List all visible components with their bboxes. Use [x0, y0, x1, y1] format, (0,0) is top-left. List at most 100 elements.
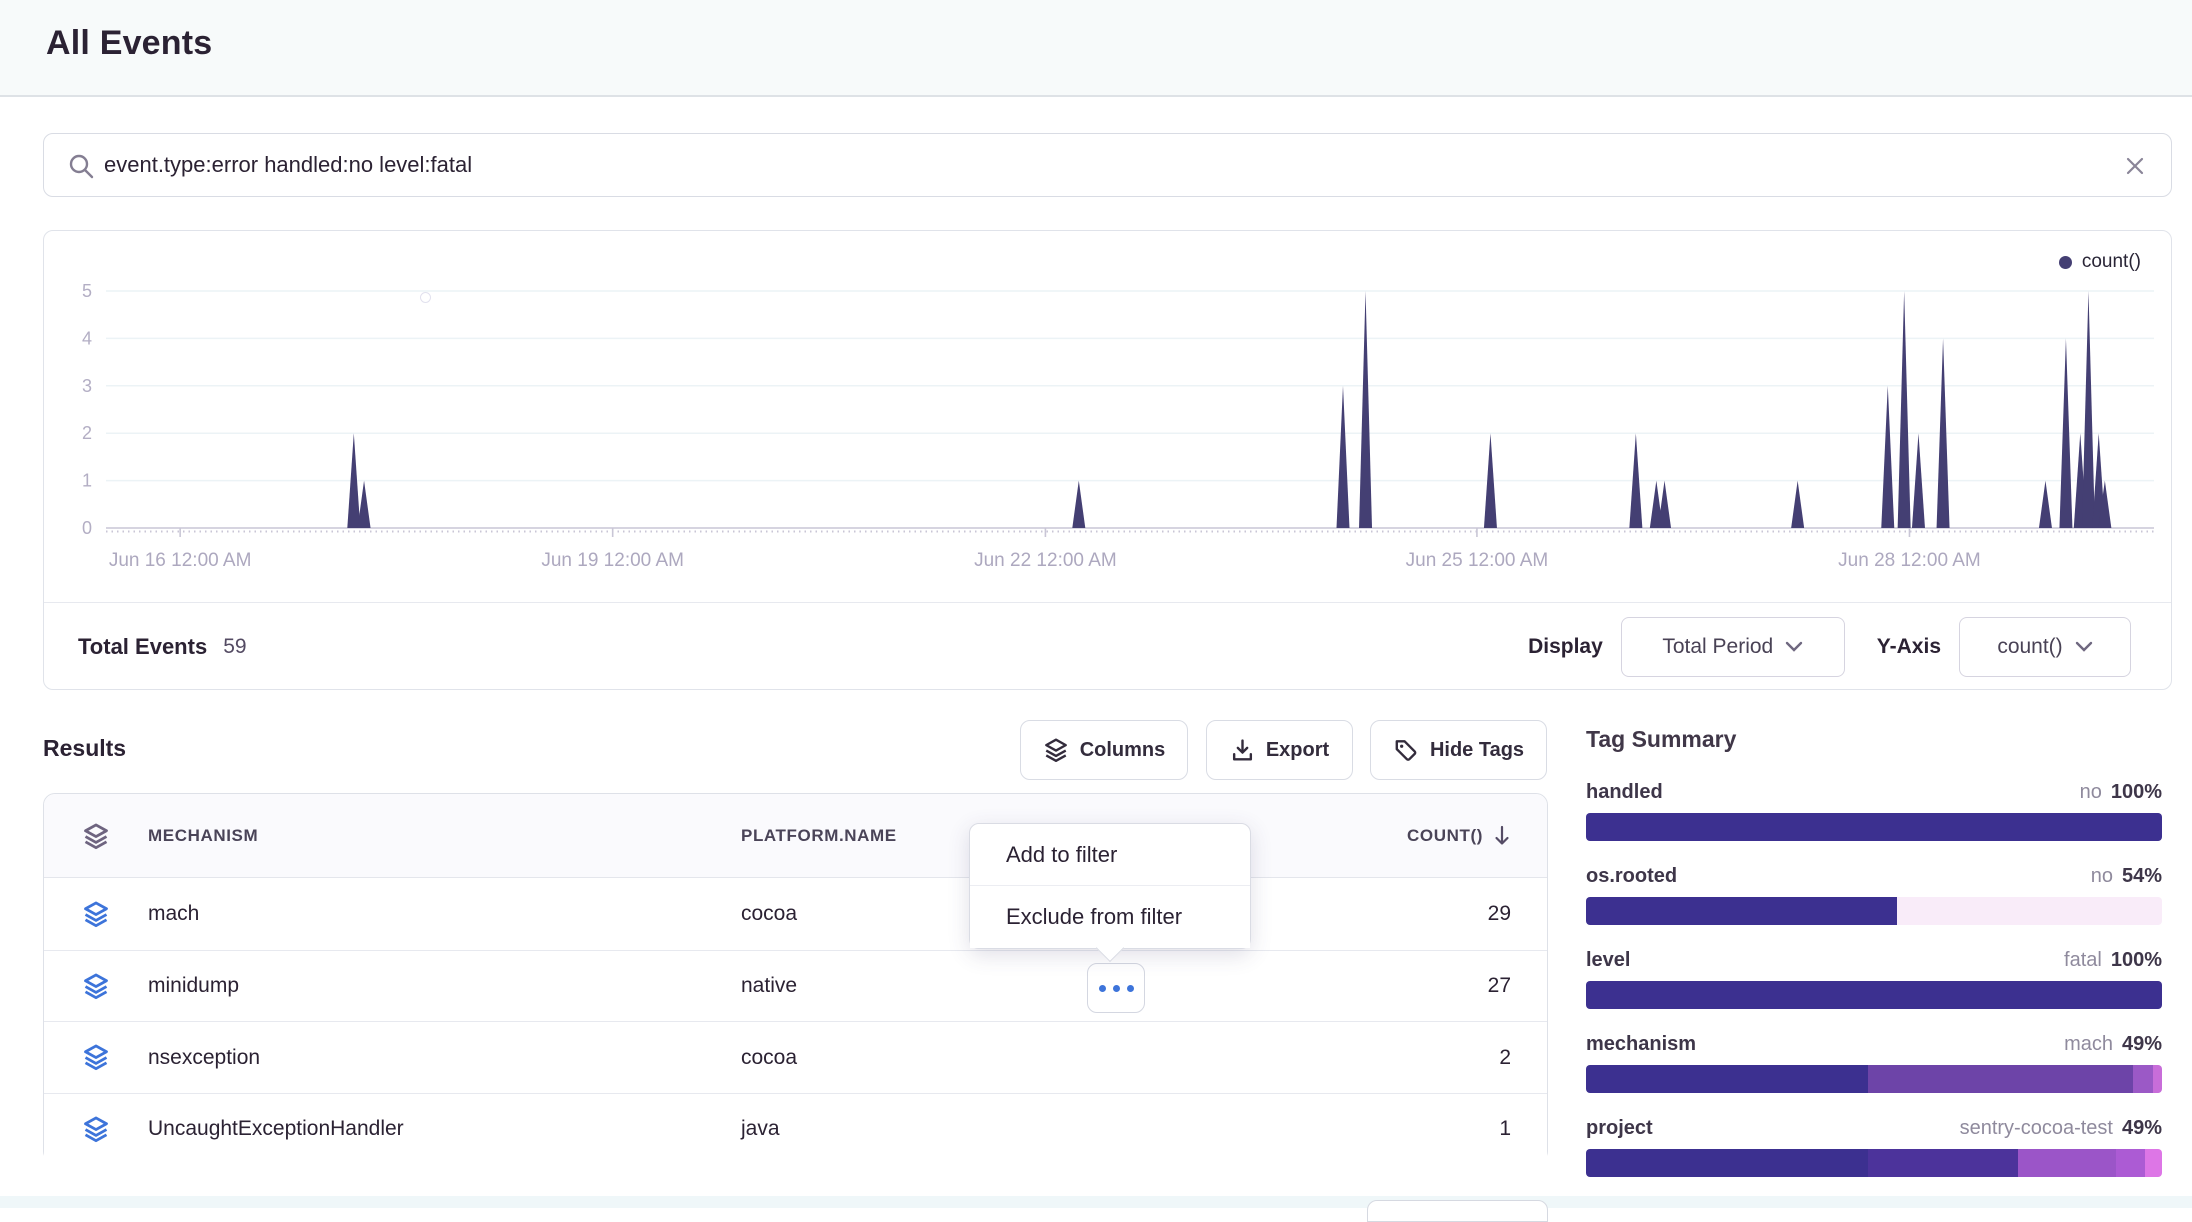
tag-bar-segment[interactable] [2116, 1149, 2145, 1177]
tag-distribution-bar[interactable] [1586, 1065, 2162, 1093]
events-chart[interactable]: 012345Jun 16 12:00 AMJun 19 12:00 AMJun … [44, 231, 2170, 601]
tag-top-percent: 49% [2122, 1117, 2162, 1140]
svg-text:Jun 22 12:00 AM: Jun 22 12:00 AM [974, 550, 1117, 571]
column-header-mechanism[interactable]: MECHANISM [148, 794, 258, 878]
svg-text:1: 1 [82, 471, 92, 491]
table-row[interactable]: nsexception cocoa 2 [44, 1021, 1547, 1093]
legend-count-label: count() [2082, 251, 2141, 273]
ellipsis-dot [1113, 985, 1120, 992]
layers-icon[interactable] [82, 794, 110, 877]
tag-name: handled [1586, 781, 1663, 804]
tag-bar-segment[interactable] [1586, 897, 1897, 925]
column-header-platform[interactable]: PLATFORM.NAME [741, 794, 897, 878]
sort-descending-icon [1493, 825, 1511, 847]
tag-distribution-bar[interactable] [1586, 897, 2162, 925]
svg-text:0: 0 [82, 518, 92, 538]
svg-text:3: 3 [82, 376, 92, 396]
layers-icon [82, 951, 110, 1022]
tag-bar-segment[interactable] [1868, 1065, 2133, 1093]
cell-mechanism[interactable]: mach [148, 878, 199, 950]
total-events-value: 59 [223, 635, 246, 659]
tag-bar-segment[interactable] [2018, 1149, 2116, 1177]
download-icon [1230, 738, 1255, 763]
page-bottom-strip [0, 1196, 2192, 1208]
search-icon [66, 151, 96, 181]
menu-item-add-to-filter[interactable]: Add to filter [970, 824, 1250, 886]
tag-name: os.rooted [1586, 865, 1677, 888]
column-header-count-sorted[interactable]: COUNT() [1407, 794, 1511, 878]
tag-top-value: fatal [2064, 949, 2102, 972]
tag-bar-segment[interactable] [1586, 813, 2162, 841]
cell-platform[interactable]: java [741, 1094, 780, 1166]
pagination-button-cutoff[interactable] [1367, 1200, 1548, 1222]
tag-top-percent: 54% [2122, 865, 2162, 888]
tag-summary-row: os.rootedno54% [1586, 865, 2162, 925]
layers-icon [82, 878, 110, 950]
cell-platform[interactable]: cocoa [741, 1022, 797, 1094]
cell-platform[interactable]: cocoa [741, 878, 797, 950]
columns-button[interactable]: Columns [1020, 720, 1188, 780]
tag-summary-row: handledno100% [1586, 781, 2162, 841]
table-row[interactable]: mach cocoa 29 [44, 878, 1547, 950]
cell-count[interactable]: 29 [1488, 878, 1511, 950]
cell-platform[interactable]: native [741, 951, 797, 1023]
tag-icon [1393, 737, 1419, 763]
layers-icon [82, 1022, 110, 1093]
svg-text:Jun 19 12:00 AM: Jun 19 12:00 AM [541, 550, 684, 571]
tag-bar-segment[interactable] [1897, 897, 2162, 925]
table-row[interactable]: UncaughtExceptionHandler java 1 [44, 1093, 1547, 1165]
tag-bar-segment[interactable] [2133, 1065, 2153, 1093]
legend-count-dot [2059, 256, 2072, 269]
table-row[interactable]: minidump native 27 [44, 950, 1547, 1022]
cell-count[interactable]: 27 [1488, 951, 1511, 1023]
page-title: All Events [46, 24, 212, 63]
cell-count[interactable]: 1 [1499, 1094, 1511, 1166]
tag-bar-segment[interactable] [1868, 1149, 2018, 1177]
display-select[interactable]: Total Period [1621, 617, 1845, 677]
cell-mechanism[interactable]: nsexception [148, 1022, 260, 1094]
cell-mechanism[interactable]: minidump [148, 951, 239, 1023]
hide-tags-button-label: Hide Tags [1430, 739, 1524, 762]
export-button-label: Export [1266, 739, 1329, 762]
export-button[interactable]: Export [1206, 720, 1353, 780]
hide-tags-button[interactable]: Hide Tags [1370, 720, 1547, 780]
tag-bar-segment[interactable] [1586, 1149, 1868, 1177]
tag-summary-panel: Tag Summary handledno100%os.rootedno54%l… [1586, 726, 2162, 1177]
total-events-label: Total Events [78, 634, 207, 660]
chart-legend[interactable]: count() [2059, 251, 2141, 273]
tag-bar-segment[interactable] [1586, 981, 2162, 1009]
tag-distribution-bar[interactable] [1586, 1149, 2162, 1177]
tag-distribution-bar[interactable] [1586, 813, 2162, 841]
svg-text:Jun 16 12:00 AM: Jun 16 12:00 AM [109, 550, 252, 571]
tag-top-value: sentry-cocoa-test [1960, 1117, 2113, 1140]
tag-top-value: no [2080, 781, 2102, 804]
page-header: All Events [0, 0, 2192, 97]
yaxis-select[interactable]: count() [1959, 617, 2131, 677]
columns-button-label: Columns [1080, 739, 1166, 762]
tag-top-percent: 49% [2122, 1033, 2162, 1056]
tag-bar-segment[interactable] [1586, 1065, 1868, 1093]
cell-actions-ellipsis-button[interactable] [1087, 963, 1145, 1013]
layers-icon [82, 1094, 110, 1165]
cell-mechanism[interactable]: UncaughtExceptionHandler [148, 1094, 404, 1166]
search-input[interactable]: event.type:error handled:no level:fatal [43, 133, 2172, 197]
chevron-down-icon [1785, 641, 1803, 653]
results-table: MECHANISM PLATFORM.NAME COUNT() mach coco… [43, 793, 1548, 1163]
results-title: Results [43, 735, 126, 762]
display-label: Display [1528, 635, 1603, 659]
ellipsis-dot [1099, 985, 1106, 992]
clear-search-icon[interactable] [2121, 152, 2149, 180]
svg-text:4: 4 [82, 328, 92, 348]
tag-bar-segment[interactable] [2145, 1149, 2162, 1177]
tag-name: project [1586, 1117, 1653, 1140]
tag-summary-row: mechanismmach49% [1586, 1033, 2162, 1093]
tag-name: level [1586, 949, 1630, 972]
tag-bar-segment[interactable] [2153, 1065, 2162, 1093]
tag-distribution-bar[interactable] [1586, 981, 2162, 1009]
stray-point-marker [420, 292, 431, 303]
tag-summary-row: project sentry-cocoa-test 49% [1586, 1117, 2162, 1177]
tag-top-value: mach [2064, 1033, 2113, 1056]
search-query-text[interactable]: event.type:error handled:no level:fatal [104, 152, 472, 178]
cell-count[interactable]: 2 [1499, 1022, 1511, 1094]
tag-top-percent: 100% [2111, 949, 2162, 972]
